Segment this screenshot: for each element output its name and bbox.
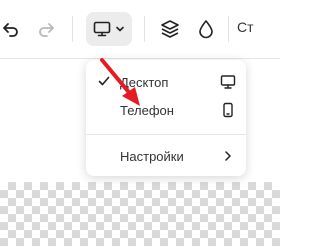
redo-button[interactable] [34, 16, 58, 42]
menu-divider [86, 134, 246, 135]
menu-item-label: Телефон [120, 103, 174, 118]
toolbar-divider [144, 16, 145, 42]
check-icon [98, 76, 110, 86]
undo-button[interactable] [0, 16, 22, 42]
menu-item-label: Десктоп [120, 75, 169, 90]
menu-item-phone[interactable]: Телефон [86, 96, 246, 126]
undo-icon [3, 23, 18, 37]
device-menu: Десктоп Телефон Настройки [86, 60, 246, 176]
fill-button[interactable] [194, 16, 218, 42]
toolbar-divider [72, 16, 73, 42]
toolbar-divider [228, 16, 229, 42]
toolbar-truncated-label[interactable]: Ст [237, 19, 254, 35]
drop-icon [199, 20, 213, 39]
chevron-down-icon [116, 26, 124, 32]
device-switch-button[interactable] [86, 12, 132, 46]
transparent-canvas [0, 182, 280, 246]
menu-item-settings[interactable]: Настройки [86, 142, 246, 172]
layers-icon [161, 20, 179, 38]
menu-item-desktop[interactable]: Десктоп [86, 68, 246, 98]
chevron-right-icon [225, 151, 231, 161]
monitor-icon [220, 75, 236, 89]
monitor-icon [93, 21, 111, 37]
layers-button[interactable] [158, 16, 182, 42]
toolbar: Ст [0, 0, 280, 59]
menu-item-label: Настройки [120, 149, 184, 164]
redo-icon [39, 23, 54, 37]
phone-icon [223, 102, 233, 118]
